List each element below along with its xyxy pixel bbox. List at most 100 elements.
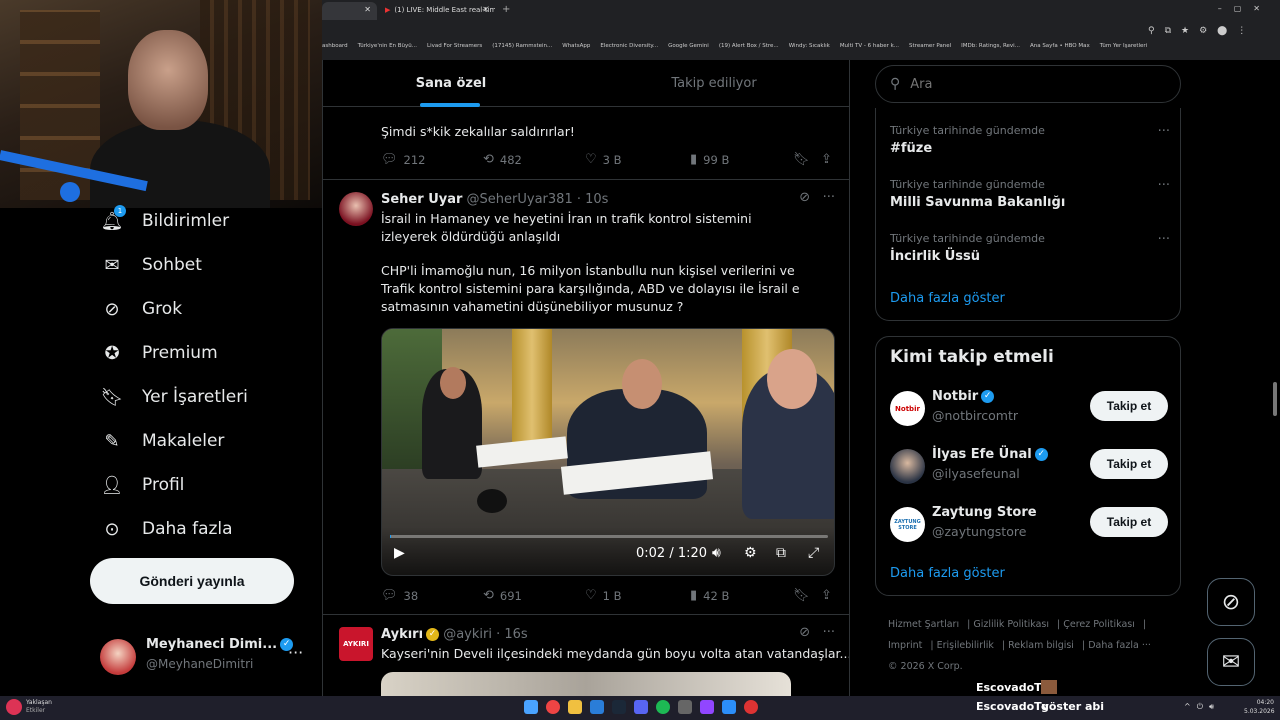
messages-fab-button[interactable]: ✉︎ bbox=[1207, 638, 1255, 686]
steam-icon[interactable] bbox=[612, 700, 626, 714]
footer-link[interactable]: Çerez Politikası bbox=[1063, 619, 1135, 630]
bookmark-item[interactable]: Electronic Diversity... bbox=[600, 43, 658, 49]
share-button[interactable]: ⇪ bbox=[821, 152, 838, 167]
settings-icon[interactable]: ⚙ bbox=[744, 545, 757, 561]
grok-icon[interactable]: ⊘ bbox=[799, 625, 810, 640]
spotify-icon[interactable] bbox=[656, 700, 670, 714]
bookmark-item[interactable]: Streamer Panel bbox=[909, 43, 951, 49]
footer-link[interactable]: Hizmet Şartları bbox=[888, 619, 959, 630]
views-button[interactable]: ▮ 99 B bbox=[690, 152, 729, 167]
bookmark-item[interactable]: Windy: Sıcaklık bbox=[789, 43, 830, 49]
twitch-icon[interactable] bbox=[700, 700, 714, 714]
scrollbar[interactable] bbox=[1270, 60, 1280, 696]
tweet[interactable]: Seher Uyar @SeherUyar381 · 10s ⊘ ··· İsr… bbox=[323, 180, 849, 615]
clock-time[interactable]: 04:20 bbox=[1244, 699, 1274, 706]
follow-button[interactable]: Takip et bbox=[1090, 449, 1168, 479]
grok-icon[interactable]: ⊘ bbox=[799, 190, 810, 205]
more-icon[interactable]: ··· bbox=[823, 625, 835, 640]
close-icon[interactable]: ✕ bbox=[364, 5, 371, 14]
bookmark-item[interactable]: ashboard bbox=[322, 43, 348, 49]
tab-following[interactable]: Takip ediliyor bbox=[579, 60, 849, 107]
sidebar-item-bookmarks[interactable]: 🔖︎ Yer İşaretleri bbox=[100, 382, 248, 412]
trend-item[interactable]: Türkiye tarihinde gündemde #füze ··· bbox=[890, 124, 1170, 164]
bookmark-item[interactable]: IMDb: Ratings, Revi... bbox=[961, 43, 1020, 49]
sidebar-item-more[interactable]: ⊙ Daha fazla bbox=[100, 514, 232, 544]
bookmark-item[interactable]: Ana Sayfa • HBO Max bbox=[1030, 43, 1090, 49]
reply-button[interactable]: 💬︎ 38 bbox=[381, 588, 418, 603]
show-more-link[interactable]: Daha fazla göster bbox=[890, 566, 1005, 581]
bookmark-item[interactable]: Multi TV - 6 haber k... bbox=[840, 43, 899, 49]
obs-icon[interactable] bbox=[744, 700, 758, 714]
follow-suggestion[interactable]: ZAYTUNG STORE Zaytung Store @zaytungstor… bbox=[890, 505, 1170, 545]
author-name[interactable]: Aykırı bbox=[381, 627, 423, 642]
folder-icon[interactable] bbox=[568, 700, 582, 714]
more-icon[interactable]: ··· bbox=[1158, 124, 1170, 139]
sidebar-item-grok[interactable]: ⊘ Grok bbox=[100, 294, 182, 324]
author-handle[interactable]: @aykiri · 16s bbox=[443, 627, 527, 642]
weather-title[interactable]: Yaklaşan bbox=[26, 699, 52, 706]
more-icon[interactable]: ··· bbox=[823, 190, 835, 205]
tray-icons[interactable]: ^⏻🔊︎ bbox=[1184, 702, 1220, 712]
bookmark-item[interactable]: Türkiye'nin En Büyü... bbox=[358, 43, 417, 49]
avatar[interactable]: ZAYTUNG STORE bbox=[890, 507, 925, 542]
post-button[interactable]: Gönderi yayınla bbox=[90, 558, 294, 604]
footer-link[interactable]: Daha fazla ··· bbox=[1088, 640, 1151, 651]
window-controls[interactable]: –▢✕ bbox=[1218, 4, 1272, 13]
bookmark-item[interactable]: WhatsApp bbox=[562, 43, 590, 49]
video-player[interactable]: ▶ 0:02 / 1:20 🔊︎ ⚙ ⧉ ⤢ bbox=[381, 328, 835, 576]
close-icon[interactable]: ✕ bbox=[482, 5, 489, 14]
sidebar-item-notifications[interactable]: 🔔︎ 1 Bildirimler bbox=[100, 205, 229, 236]
new-tab-icon[interactable]: + bbox=[502, 4, 510, 15]
bookmark-item[interactable]: (19) Alert Box / Stre... bbox=[719, 43, 779, 49]
reply-button[interactable]: 💬︎ 212 bbox=[381, 152, 425, 167]
sidebar-item-articles[interactable]: ✎ Makaleler bbox=[100, 426, 224, 456]
bookmark-item[interactable]: (17145) Rammstein... bbox=[492, 43, 552, 49]
author-name[interactable]: Seher Uyar bbox=[381, 192, 462, 207]
tweet-media[interactable] bbox=[381, 672, 791, 696]
avatar[interactable] bbox=[339, 192, 373, 226]
follow-button[interactable]: Takip et bbox=[1090, 391, 1168, 421]
footer-link[interactable]: Gizlilik Politikası bbox=[973, 619, 1049, 630]
more-icon[interactable]: ··· bbox=[288, 643, 303, 662]
footer-link[interactable]: Reklam bilgisi bbox=[1008, 640, 1074, 651]
chrome-icon[interactable] bbox=[546, 700, 560, 714]
app-icon[interactable] bbox=[590, 700, 604, 714]
trend-item[interactable]: Türkiye tarihinde gündemde İncirlik Üssü… bbox=[890, 232, 1170, 272]
retweet-button[interactable]: ⟲ 691 bbox=[483, 588, 522, 603]
search-box[interactable]: ⚲ bbox=[875, 65, 1181, 103]
browser-tab-active[interactable]: ▶ (1) LIVE: Middle East real-time · ✕ bbox=[377, 2, 495, 20]
pip-icon[interactable]: ⧉ bbox=[776, 545, 786, 561]
tab-for-you[interactable]: Sana özel bbox=[323, 60, 579, 107]
tweet[interactable]: Şimdi s*kik zekalılar saldırırlar! 💬︎ 212… bbox=[323, 107, 849, 180]
sidebar-item-premium[interactable]: ✪ Premium bbox=[100, 338, 217, 368]
like-button[interactable]: ♡ 3 B bbox=[585, 152, 622, 167]
footer-link[interactable]: Imprint bbox=[888, 640, 922, 651]
discord-icon[interactable] bbox=[634, 700, 648, 714]
sidebar-item-profile[interactable]: 👤︎ Profil bbox=[100, 470, 185, 500]
toolbar-icons[interactable]: ⚲⧉★⚙⬤⋮ bbox=[1148, 26, 1256, 36]
follow-button[interactable]: Takip et bbox=[1090, 507, 1168, 537]
app-icon[interactable] bbox=[722, 700, 736, 714]
more-icon[interactable]: ··· bbox=[1158, 232, 1170, 247]
views-button[interactable]: ▮ 42 B bbox=[690, 588, 729, 603]
like-button[interactable]: ♡ 1 B bbox=[585, 588, 622, 603]
show-more-link[interactable]: Daha fazla göster bbox=[890, 291, 1005, 306]
windows-start-icon[interactable] bbox=[524, 700, 538, 714]
share-button[interactable]: ⇪ bbox=[821, 588, 838, 603]
bookmark-item[interactable]: Google Gemini bbox=[668, 43, 709, 49]
bookmark-item[interactable]: Livad For Streamers bbox=[427, 43, 482, 49]
follow-suggestion[interactable]: İlyas Efe Ünal ✓ @ilyasefeunal Takip et bbox=[890, 447, 1170, 487]
browser-tab[interactable]: ✕ bbox=[322, 2, 377, 20]
video-progress[interactable] bbox=[390, 535, 828, 538]
avatar[interactable]: AYKIRI bbox=[339, 627, 373, 661]
app-icon[interactable] bbox=[678, 700, 692, 714]
bookmark-button[interactable]: 🔖︎ bbox=[793, 588, 816, 603]
grok-fab-button[interactable]: ⊘ bbox=[1207, 578, 1255, 626]
account-switcher[interactable]: Meyhaneci Dimi... ✓ @MeyhaneDimitri ··· bbox=[100, 633, 310, 679]
footer-link[interactable]: Erişilebilirlik bbox=[937, 640, 994, 651]
play-icon[interactable]: ▶ bbox=[394, 545, 405, 561]
avatar[interactable]: Notbir bbox=[890, 391, 925, 426]
volume-icon[interactable]: 🔊︎ bbox=[712, 545, 721, 561]
follow-suggestion[interactable]: Notbir Notbir ✓ @notbircomtr Takip et bbox=[890, 389, 1170, 429]
bookmarks-bar[interactable]: ashboard Türkiye'nin En Büyü... Livad For … bbox=[322, 43, 1280, 57]
